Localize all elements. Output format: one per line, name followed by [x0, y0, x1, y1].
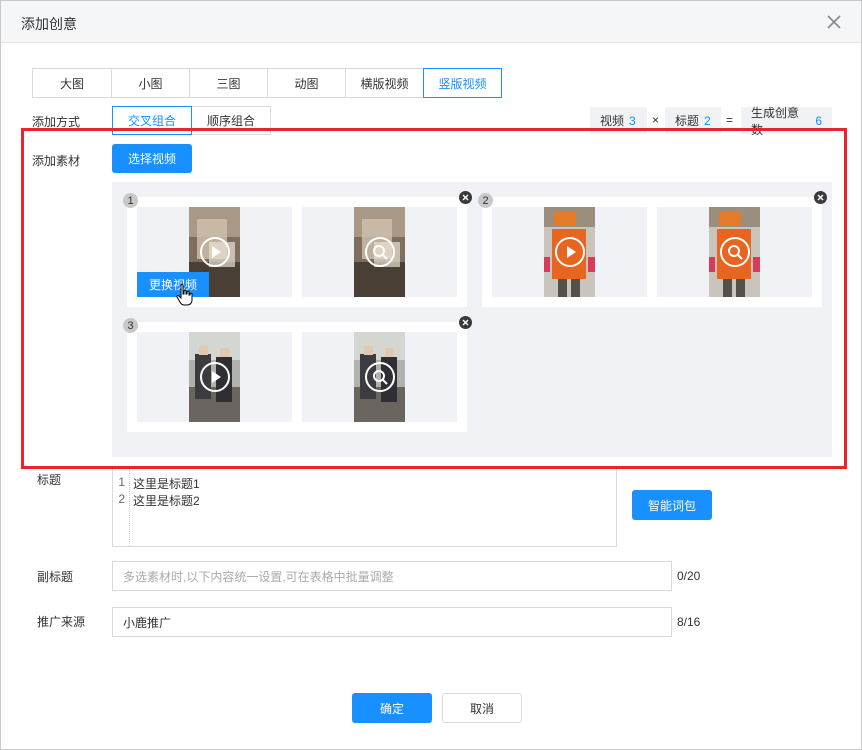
tab-large-image[interactable]: 大图 — [32, 68, 112, 98]
subtitle-label: 副标题 — [37, 570, 74, 584]
sequential-combine-button[interactable]: 顺序组合 — [191, 106, 271, 135]
tab-vertical-video[interactable]: 竖版视频 — [423, 68, 502, 98]
result-count-badge: 生成创意数 6 — [741, 106, 832, 137]
search-icon — [720, 237, 750, 267]
title-count-value: 2 — [704, 113, 711, 128]
video-thumbnail — [189, 332, 240, 422]
result-count-value: 6 — [815, 113, 822, 128]
material-area: 1 更换视频 2 3 — [112, 182, 832, 457]
source-char-count: 8/16 — [677, 615, 701, 629]
title-editor[interactable]: 1 这里是标题1 2 这里是标题2 — [112, 466, 617, 547]
tab-animated[interactable]: 动图 — [267, 68, 346, 98]
subtitle-char-count: 0/20 — [677, 569, 701, 583]
tab-three-images[interactable]: 三图 — [189, 68, 268, 98]
close-icon[interactable] — [824, 12, 844, 32]
tab-small-image[interactable]: 小图 — [111, 68, 190, 98]
add-method-label: 添加方式 — [32, 115, 81, 129]
tab-horizontal-video[interactable]: 横版视频 — [345, 68, 424, 98]
material-group-2: 2 — [478, 191, 827, 307]
cross-combine-button[interactable]: 交叉组合 — [112, 106, 192, 135]
cancel-button[interactable]: 取消 — [442, 693, 522, 723]
smart-wordpack-button[interactable]: 智能词包 — [632, 490, 712, 520]
video-slot[interactable] — [492, 207, 647, 297]
dialog-header: 添加创意 — [1, 1, 861, 43]
group-index: 1 — [123, 193, 138, 208]
result-count-label: 生成创意数 — [751, 105, 800, 137]
times-sign: × — [652, 113, 660, 127]
confirm-button[interactable]: 确定 — [352, 693, 432, 723]
delete-icon[interactable] — [459, 191, 472, 204]
title-line: 2 这里是标题2 — [113, 492, 200, 508]
select-video-button[interactable]: 选择视频 — [112, 144, 192, 173]
title-line-text: 这里是标题1 — [133, 477, 200, 491]
video-slot[interactable] — [302, 207, 457, 297]
video-count-label: 视频 — [600, 114, 625, 128]
delete-icon[interactable] — [459, 316, 472, 329]
video-slot[interactable]: 更换视频 — [137, 207, 292, 297]
search-icon — [365, 237, 395, 267]
video-thumbnail — [544, 207, 595, 297]
material-label: 添加素材 — [32, 154, 81, 168]
video-count-badge: 视频 3 — [590, 107, 647, 134]
subtitle-input[interactable]: 多选素材时,以下内容统一设置,可在表格中批量调整 — [112, 561, 672, 591]
play-icon — [200, 362, 230, 392]
title-count-badge: 标题 2 — [665, 107, 721, 134]
play-icon — [555, 237, 585, 267]
video-slot[interactable] — [137, 332, 292, 422]
format-tabs: 大图 小图 三图 动图 横版视频 竖版视频 — [32, 68, 502, 98]
source-input[interactable]: 小鹿推广 — [112, 607, 672, 637]
line-number: 2 — [118, 492, 125, 506]
replace-video-button[interactable]: 更换视频 — [137, 272, 209, 297]
play-icon — [200, 237, 230, 267]
title-label: 标题 — [37, 473, 62, 487]
line-number: 1 — [118, 475, 125, 489]
source-label: 推广来源 — [37, 615, 86, 629]
add-method-group: 交叉组合 顺序组合 — [112, 106, 271, 135]
add-creative-dialog: 添加创意 大图 小图 三图 动图 横版视频 竖版视频 添加方式 交叉组合 顺序组… — [0, 0, 862, 750]
video-thumbnail — [354, 332, 405, 422]
search-icon — [365, 362, 395, 392]
equals-sign: = — [726, 113, 734, 127]
hand-cursor-icon — [176, 283, 193, 306]
title-line: 1 这里是标题1 — [113, 475, 200, 491]
title-line-text: 这里是标题2 — [133, 494, 200, 508]
video-slot[interactable] — [657, 207, 812, 297]
group-index: 3 — [123, 318, 138, 333]
video-slot[interactable] — [302, 332, 457, 422]
dialog-title: 添加创意 — [21, 16, 77, 32]
delete-icon[interactable] — [814, 191, 827, 204]
video-count-value: 3 — [629, 113, 636, 128]
video-thumbnail — [709, 207, 760, 297]
video-thumbnail — [354, 207, 405, 297]
group-index: 2 — [478, 193, 493, 208]
title-count-label: 标题 — [675, 114, 700, 128]
material-group-3: 3 — [123, 316, 472, 432]
